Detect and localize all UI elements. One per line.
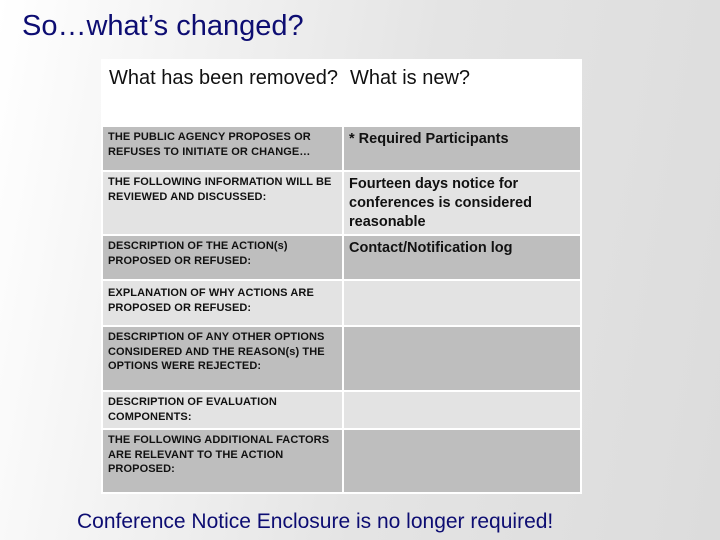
new-text: Contact/Notification log	[349, 240, 513, 256]
new-text	[344, 392, 579, 395]
new-cell: Fourteen days notice for conferences is …	[344, 172, 580, 234]
removed-cell: THE FOLLOWING ADDITIONAL FACTORS ARE REL…	[103, 430, 342, 492]
removed-cell: THE FOLLOWING INFORMATION WILL BE REVIEW…	[103, 172, 342, 234]
new-text: * Required Participants	[349, 131, 509, 147]
removed-cell: DESCRIPTION OF THE ACTION(s) PROPOSED OR…	[103, 236, 342, 279]
header-removed-text: What has been removed?	[109, 67, 339, 89]
removed-text: DESCRIPTION OF ANY OTHER OPTIONS CONSIDE…	[108, 331, 325, 372]
new-cell: Contact/Notification log	[344, 236, 580, 279]
removed-text: DESCRIPTION OF THE ACTION(s) PROPOSED OR…	[108, 240, 288, 267]
removed-text: THE PUBLIC AGENCY PROPOSES OR REFUSES TO…	[108, 131, 311, 158]
table-row: DESCRIPTION OF EVALUATION COMPONENTS:	[101, 392, 582, 428]
footer-note: Conference Notice Enclosure is no longer…	[77, 510, 554, 533]
removed-text: DESCRIPTION OF EVALUATION COMPONENTS:	[108, 396, 277, 423]
slide-title: So…what’s changed?	[22, 10, 304, 42]
table-row: THE FOLLOWING INFORMATION WILL BE REVIEW…	[101, 172, 582, 234]
table-row: EXPLANATION OF WHY ACTIONS ARE PROPOSED …	[101, 281, 582, 325]
new-cell	[344, 430, 580, 492]
table-row: DESCRIPTION OF ANY OTHER OPTIONS CONSIDE…	[101, 327, 582, 390]
removed-cell: DESCRIPTION OF ANY OTHER OPTIONS CONSIDE…	[103, 327, 342, 390]
new-cell	[344, 327, 580, 390]
table-header-row: What has been removed? What is new?	[101, 59, 582, 125]
new-text	[344, 430, 579, 433]
new-text: Fourteen days notice for conferences is …	[349, 176, 532, 230]
changes-table: What has been removed? What is new? THE …	[101, 59, 582, 494]
removed-text: THE FOLLOWING ADDITIONAL FACTORS ARE REL…	[108, 434, 330, 475]
new-cell	[344, 281, 580, 325]
new-cell	[344, 392, 580, 428]
new-text	[344, 281, 579, 284]
header-removed: What has been removed?	[103, 59, 342, 125]
header-new-text: What is new?	[350, 67, 471, 89]
new-text	[344, 327, 579, 330]
table-row: DESCRIPTION OF THE ACTION(s) PROPOSED OR…	[101, 236, 582, 279]
table-row: THE PUBLIC AGENCY PROPOSES OR REFUSES TO…	[101, 127, 582, 170]
new-cell: * Required Participants	[344, 127, 580, 170]
removed-text: THE FOLLOWING INFORMATION WILL BE REVIEW…	[108, 176, 332, 203]
removed-cell: EXPLANATION OF WHY ACTIONS ARE PROPOSED …	[103, 281, 342, 325]
table-row: THE FOLLOWING ADDITIONAL FACTORS ARE REL…	[101, 430, 582, 492]
removed-text: EXPLANATION OF WHY ACTIONS ARE PROPOSED …	[108, 287, 314, 314]
header-new: What is new?	[344, 59, 580, 125]
removed-cell: THE PUBLIC AGENCY PROPOSES OR REFUSES TO…	[103, 127, 342, 170]
removed-cell: DESCRIPTION OF EVALUATION COMPONENTS:	[103, 392, 342, 428]
